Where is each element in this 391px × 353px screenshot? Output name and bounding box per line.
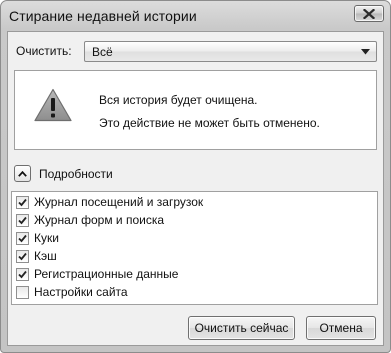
- clear-range-value: Всё: [92, 45, 113, 59]
- warning-panel: Вся история будет очищена. Это действие …: [14, 70, 377, 150]
- list-item-label: Куки: [34, 231, 59, 245]
- dialog-title: Стирание недавней истории: [9, 8, 197, 24]
- checkmark-icon: [18, 270, 27, 279]
- warning-message-line2: Это действие не может быть отменено.: [99, 116, 320, 130]
- clear-history-dialog: Стирание недавней истории Очистить: Всё: [0, 0, 391, 353]
- list-item-label: Регистрационные данные: [34, 267, 179, 281]
- list-item-browsing-history[interactable]: Журнал посещений и загрузок: [16, 194, 366, 211]
- checkbox[interactable]: [16, 286, 29, 299]
- title-bar[interactable]: Стирание недавней истории: [1, 1, 390, 31]
- close-button[interactable]: [354, 5, 384, 22]
- checkbox[interactable]: [16, 250, 29, 263]
- clear-range-label: Очистить:: [16, 44, 72, 58]
- clear-range-row: Очистить: Всё: [14, 41, 378, 63]
- warning-message-line1: Вся история будет очищена.: [99, 93, 258, 107]
- list-item-label: Журнал посещений и загрузок: [34, 195, 204, 209]
- cancel-button[interactable]: Отмена: [306, 316, 376, 340]
- history-items-list: Журнал посещений и загрузок Журнал форм …: [11, 191, 378, 305]
- list-item-logins[interactable]: Регистрационные данные: [16, 266, 366, 283]
- checkmark-icon: [18, 198, 27, 207]
- clear-now-button[interactable]: Очистить сейчас: [188, 316, 295, 340]
- dialog-content: Очистить: Всё Вся история будет очищена.…: [7, 31, 384, 346]
- checkbox[interactable]: [16, 196, 29, 209]
- chevron-down-icon: [361, 49, 370, 55]
- list-item-form-history[interactable]: Журнал форм и поиска: [16, 212, 366, 229]
- checkbox[interactable]: [16, 232, 29, 245]
- details-toggle-button[interactable]: [14, 165, 31, 182]
- checkbox[interactable]: [16, 214, 29, 227]
- chevron-up-icon: [18, 170, 27, 177]
- checkmark-icon: [18, 216, 27, 225]
- list-item-site-preferences[interactable]: Настройки сайта: [16, 284, 366, 301]
- details-label[interactable]: Подробности: [39, 167, 113, 181]
- checkmark-icon: [18, 252, 27, 261]
- list-item-label: Настройки сайта: [34, 285, 128, 299]
- list-item-cookies[interactable]: Куки: [16, 230, 366, 247]
- close-icon: [363, 8, 375, 19]
- checkbox[interactable]: [16, 268, 29, 281]
- list-item-cache[interactable]: Кэш: [16, 248, 366, 265]
- warning-triangle-icon: [34, 88, 72, 122]
- checkmark-icon: [18, 234, 27, 243]
- list-item-label: Журнал форм и поиска: [34, 213, 165, 227]
- clear-range-select[interactable]: Всё: [84, 41, 377, 62]
- list-item-label: Кэш: [34, 249, 57, 263]
